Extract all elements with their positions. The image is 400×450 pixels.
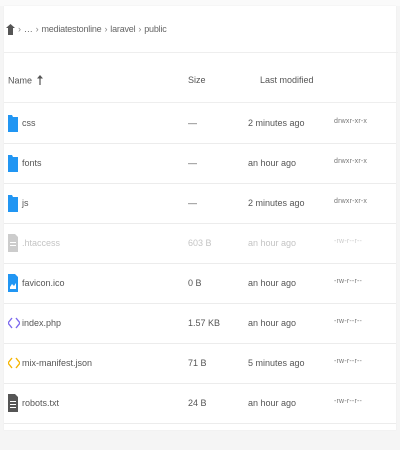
table-row[interactable]: robots.txt 24 B an hour ago -rw-r--r-- — [4, 384, 396, 424]
file-modified: an hour ago — [248, 398, 297, 408]
table-row[interactable]: js — 2 minutes ago drwxr-xr-x — [4, 184, 396, 224]
table-row[interactable]: index.php 1.57 KB an hour ago -rw-r--r-- — [4, 304, 396, 344]
table-row[interactable]: fonts — an hour ago drwxr-xr-x — [4, 144, 396, 184]
file-permissions: -rw-r--r-- — [334, 238, 363, 245]
file-size: — — [188, 158, 197, 168]
file-icon — [8, 234, 20, 252]
column-header-modified[interactable]: Last modified — [260, 75, 314, 85]
file-permissions: drwxr-xr-x — [334, 118, 368, 125]
file-size: — — [188, 198, 197, 208]
json-icon — [7, 354, 21, 372]
breadcrumb-item-public[interactable]: public — [144, 24, 167, 34]
file-size: 1.57 KB — [188, 318, 221, 328]
file-name: css — [22, 118, 36, 128]
file-size: 0 B — [188, 278, 202, 288]
breadcrumb-ellipsis[interactable]: … — [24, 24, 33, 34]
file-permissions: -rw-r--r-- — [334, 398, 363, 405]
table-row[interactable]: favicon.ico 0 B an hour ago -rw-r--r-- — [4, 264, 396, 304]
file-browser-panel: › … › mediatestonline › laravel › public… — [4, 6, 398, 430]
table-row[interactable]: .htaccess 603 B an hour ago -rw-r--r-- — [4, 224, 396, 264]
table-row[interactable]: css — 2 minutes ago drwxr-xr-x — [4, 104, 396, 144]
file-size: — — [188, 118, 197, 128]
file-permissions: drwxr-xr-x — [334, 158, 368, 165]
folder-icon — [8, 154, 20, 172]
breadcrumb-item-mediatestonline[interactable]: mediatestonline — [41, 24, 101, 34]
table-header: Name Size Last modified — [4, 60, 396, 103]
file-modified: 5 minutes ago — [248, 358, 305, 368]
image-file-icon — [8, 274, 20, 292]
file-name: index.php — [22, 318, 62, 328]
folder-icon — [8, 194, 20, 212]
column-header-size[interactable]: Size — [188, 75, 206, 85]
file-modified: an hour ago — [248, 278, 297, 288]
text-file-icon — [8, 394, 20, 412]
column-header-name[interactable]: Name — [8, 75, 43, 87]
home-icon[interactable] — [6, 23, 15, 35]
file-modified: an hour ago — [248, 238, 297, 248]
file-name: js — [22, 198, 29, 208]
file-name: robots.txt — [22, 398, 60, 408]
sort-ascending-icon[interactable] — [36, 75, 43, 87]
file-name: mix-manifest.json — [22, 358, 93, 368]
file-permissions: -rw-r--r-- — [334, 278, 363, 285]
file-permissions: -rw-r--r-- — [334, 358, 363, 365]
file-modified: 2 minutes ago — [248, 198, 305, 208]
code-icon — [7, 314, 21, 332]
file-size: 71 B — [188, 358, 207, 368]
breadcrumb-separator: › — [35, 24, 39, 34]
file-size: 24 B — [188, 398, 207, 408]
file-name: fonts — [22, 158, 42, 168]
breadcrumb-item-laravel[interactable]: laravel — [110, 24, 135, 34]
file-name: .htaccess — [22, 238, 61, 248]
file-permissions: drwxr-xr-x — [334, 198, 368, 205]
file-list: css — 2 minutes ago drwxr-xr-x fonts — a… — [4, 104, 396, 424]
file-size: 603 B — [188, 238, 212, 248]
file-modified: an hour ago — [248, 318, 297, 328]
file-name: favicon.ico — [22, 278, 65, 288]
column-header-name-label: Name — [8, 75, 33, 86]
table-row[interactable]: mix-manifest.json 71 B 5 minutes ago -rw… — [4, 344, 396, 384]
breadcrumb-separator: › — [138, 24, 142, 34]
breadcrumb-separator: › — [104, 24, 108, 34]
folder-icon — [8, 114, 20, 132]
file-modified: an hour ago — [248, 158, 297, 168]
breadcrumb-separator: › — [18, 24, 21, 34]
file-permissions: -rw-r--r-- — [334, 318, 363, 325]
breadcrumb: › … › mediatestonline › laravel › public — [4, 6, 398, 53]
file-modified: 2 minutes ago — [248, 118, 305, 128]
